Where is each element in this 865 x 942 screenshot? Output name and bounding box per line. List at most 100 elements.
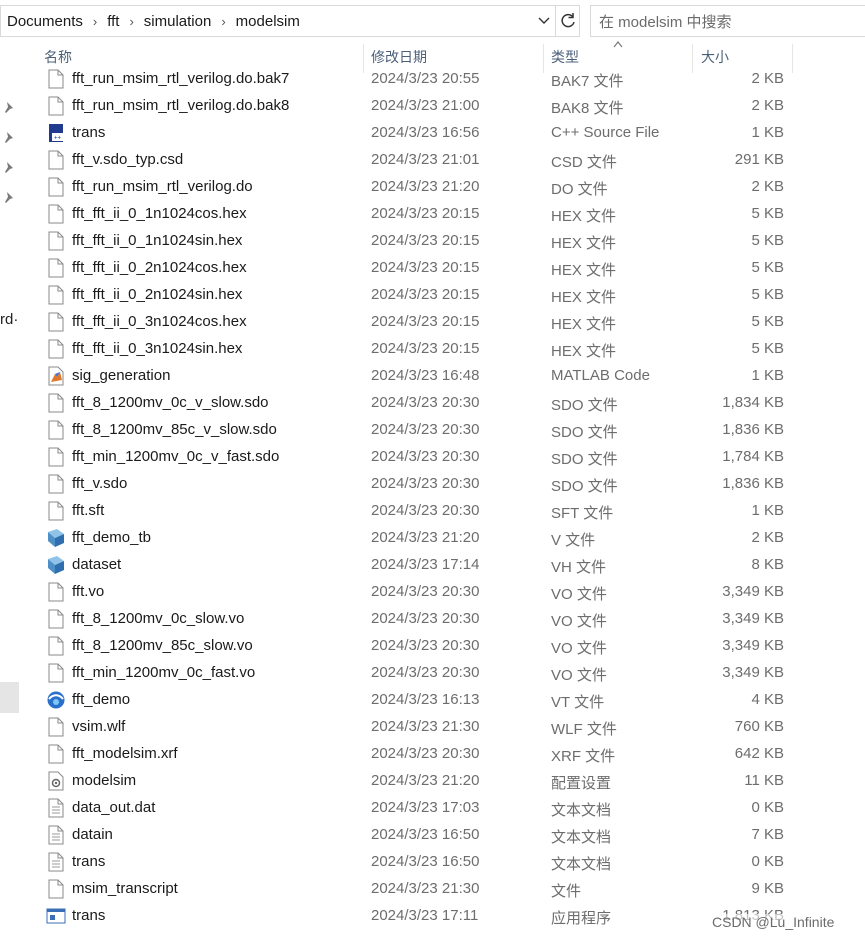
generic-file-icon [48, 879, 64, 899]
file-row[interactable]: sig_generation 2024/3/23 16:48 MATLAB Code… [20, 362, 865, 389]
pin-icon[interactable] [2, 101, 16, 115]
file-row[interactable]: fft_fft_ii_0_2n1024cos.hex 2024/3/23 20:1… [20, 254, 865, 281]
file-row[interactable]: dataset 2024/3/23 17:14 VH 文件 8 KB [20, 551, 865, 578]
file-row[interactable]: fft_fft_ii_0_1n1024sin.hex 2024/3/23 20:1… [20, 227, 865, 254]
nav-item-partial-text[interactable]: rd· [0, 311, 18, 328]
file-type: V 文件 [551, 532, 596, 549]
file-name: datain [72, 826, 113, 843]
file-date: 2024/3/23 16:50 [371, 826, 480, 843]
breadcrumb-separator-icon[interactable]: › [125, 14, 137, 29]
file-row[interactable]: fft_run_msim_rtl_verilog.do.bak7 2024/3/2… [20, 66, 865, 92]
file-row[interactable]: fft_run_msim_rtl_verilog.do 2024/3/23 21:… [20, 173, 865, 200]
generic-file-icon [48, 150, 64, 170]
file-row[interactable]: fft_demo 2024/3/23 16:13 VT 文件 4 KB [20, 686, 865, 713]
generic-file-icon [48, 69, 64, 89]
breadcrumb-documents[interactable]: Documents [1, 13, 89, 30]
file-row[interactable]: fft.vo 2024/3/23 20:30 VO 文件 3,349 KB [20, 578, 865, 605]
file-row[interactable]: fft_run_msim_rtl_verilog.do.bak8 2024/3/2… [20, 92, 865, 119]
file-row[interactable]: modelsim 2024/3/23 21:20 配置设置 11 KB [20, 767, 865, 794]
pin-icon[interactable] [2, 131, 16, 145]
breadcrumb-separator-icon[interactable]: › [89, 14, 101, 29]
file-type: DO 文件 [551, 181, 608, 198]
file-row[interactable]: vsim.wlf 2024/3/23 21:30 WLF 文件 760 KB [20, 713, 865, 740]
file-type: 文本文档 [551, 802, 612, 819]
file-type: VT 文件 [551, 694, 605, 711]
chevron-down-icon[interactable] [537, 13, 551, 29]
file-row[interactable]: data_out.dat 2024/3/23 17:03 文本文档 0 KB [20, 794, 865, 821]
file-row[interactable]: fft_min_1200mv_0c_v_fast.sdo 2024/3/23 20… [20, 443, 865, 470]
breadcrumb-simulation[interactable]: simulation [138, 13, 218, 30]
file-size: 5 KB [751, 313, 784, 330]
file-row[interactable]: fft_8_1200mv_0c_slow.vo 2024/3/23 20:30 VO… [20, 605, 865, 632]
file-row[interactable]: fft.sft 2024/3/23 20:30 SFT 文件 1 KB [20, 497, 865, 524]
file-type: HEX 文件 [551, 316, 617, 333]
file-date: 2024/3/23 16:56 [371, 124, 480, 141]
file-name: fft_v.sdo [72, 475, 128, 492]
file-date: 2024/3/23 17:14 [371, 556, 480, 573]
file-date: 2024/3/23 17:03 [371, 799, 480, 816]
refresh-icon [560, 13, 575, 28]
file-row[interactable]: fft_min_1200mv_0c_fast.vo 2024/3/23 20:30… [20, 659, 865, 686]
file-date: 2024/3/23 20:30 [371, 664, 480, 681]
file-name: fft_demo [72, 691, 131, 708]
file-name: fft_v.sdo_typ.csd [72, 151, 184, 168]
file-size: 760 KB [734, 718, 784, 735]
matlab-code-icon [48, 366, 64, 386]
file-name: fft_fft_ii_0_2n1024cos.hex [72, 259, 247, 276]
file-name: fft_run_msim_rtl_verilog.do.bak7 [72, 70, 290, 87]
generic-file-icon [48, 582, 64, 602]
pin-icon[interactable] [2, 161, 16, 175]
file-date: 2024/3/23 20:15 [371, 313, 480, 330]
file-date: 2024/3/23 16:48 [371, 367, 480, 384]
file-row[interactable]: fft_demo_tb 2024/3/23 21:20 V 文件 2 KB [20, 524, 865, 551]
file-name: fft_fft_ii_0_2n1024sin.hex [72, 286, 243, 303]
breadcrumb-fft[interactable]: fft [101, 13, 125, 30]
file-row[interactable]: fft_fft_ii_0_3n1024sin.hex 2024/3/23 20:1… [20, 335, 865, 362]
file-row[interactable]: fft_8_1200mv_0c_v_slow.sdo 2024/3/23 20:3… [20, 389, 865, 416]
file-row[interactable]: trans 2024/3/23 16:50 文本文档 0 KB [20, 848, 865, 875]
file-name: fft_min_1200mv_0c_fast.vo [72, 664, 256, 681]
file-type: SDO 文件 [551, 478, 618, 495]
file-row[interactable]: fft_modelsim.xrf 2024/3/23 20:30 XRF 文件 642… [20, 740, 865, 767]
file-name: fft_demo_tb [72, 529, 151, 546]
file-size: 1 KB [751, 502, 784, 519]
generic-file-icon [48, 285, 64, 305]
generic-file-icon [48, 501, 64, 521]
file-size: 2 KB [751, 97, 784, 114]
file-size: 5 KB [751, 286, 784, 303]
breadcrumb-modelsim[interactable]: modelsim [230, 13, 306, 30]
file-date: 2024/3/23 16:13 [371, 691, 480, 708]
search-input[interactable]: 在 modelsim 中搜索 [590, 5, 865, 37]
nav-item-selected[interactable] [0, 682, 19, 713]
file-type: VO 文件 [551, 586, 607, 603]
svg-text:++: ++ [54, 136, 62, 142]
pin-icon[interactable] [2, 191, 16, 205]
refresh-button[interactable] [556, 5, 580, 37]
file-row[interactable]: fft_fft_ii_0_1n1024cos.hex 2024/3/23 20:1… [20, 200, 865, 227]
address-bar[interactable]: Documents › fft › simulation › modelsim [0, 5, 556, 37]
file-name: fft_fft_ii_0_1n1024cos.hex [72, 205, 247, 222]
file-row[interactable]: fft_v.sdo_typ.csd 2024/3/23 21:01 CSD 文件 29… [20, 146, 865, 173]
file-size: 1,784 KB [722, 448, 784, 465]
file-row[interactable]: fft_8_1200mv_85c_v_slow.sdo 2024/3/23 20:… [20, 416, 865, 443]
file-date: 2024/3/23 20:15 [371, 340, 480, 357]
file-row[interactable]: fft_8_1200mv_85c_slow.vo 2024/3/23 20:30 V… [20, 632, 865, 659]
file-type: WLF 文件 [551, 721, 617, 738]
file-name: fft_min_1200mv_0c_v_fast.sdo [72, 448, 280, 465]
watermark: CSDN @Lu_Infinite [712, 914, 835, 930]
file-row[interactable]: ++ trans 2024/3/23 16:56 C++ Source File 1 K… [20, 119, 865, 146]
breadcrumb-separator-icon[interactable]: › [217, 14, 229, 29]
file-date: 2024/3/23 21:20 [371, 529, 480, 546]
file-name: fft_run_msim_rtl_verilog.do [72, 178, 253, 195]
file-name: data_out.dat [72, 799, 156, 816]
file-size: 291 KB [734, 151, 784, 168]
file-date: 2024/3/23 21:20 [371, 772, 480, 789]
file-type: VO 文件 [551, 667, 607, 684]
file-row[interactable]: msim_transcript 2024/3/23 21:30 文件 9 KB [20, 875, 865, 902]
generic-file-icon [48, 339, 64, 359]
file-row[interactable]: fft_v.sdo 2024/3/23 20:30 SDO 文件 1,836 KB [20, 470, 865, 497]
file-size: 5 KB [751, 232, 784, 249]
file-row[interactable]: datain 2024/3/23 16:50 文本文档 7 KB [20, 821, 865, 848]
file-row[interactable]: fft_fft_ii_0_2n1024sin.hex 2024/3/23 20:1… [20, 281, 865, 308]
file-row[interactable]: fft_fft_ii_0_3n1024cos.hex 2024/3/23 20:1… [20, 308, 865, 335]
